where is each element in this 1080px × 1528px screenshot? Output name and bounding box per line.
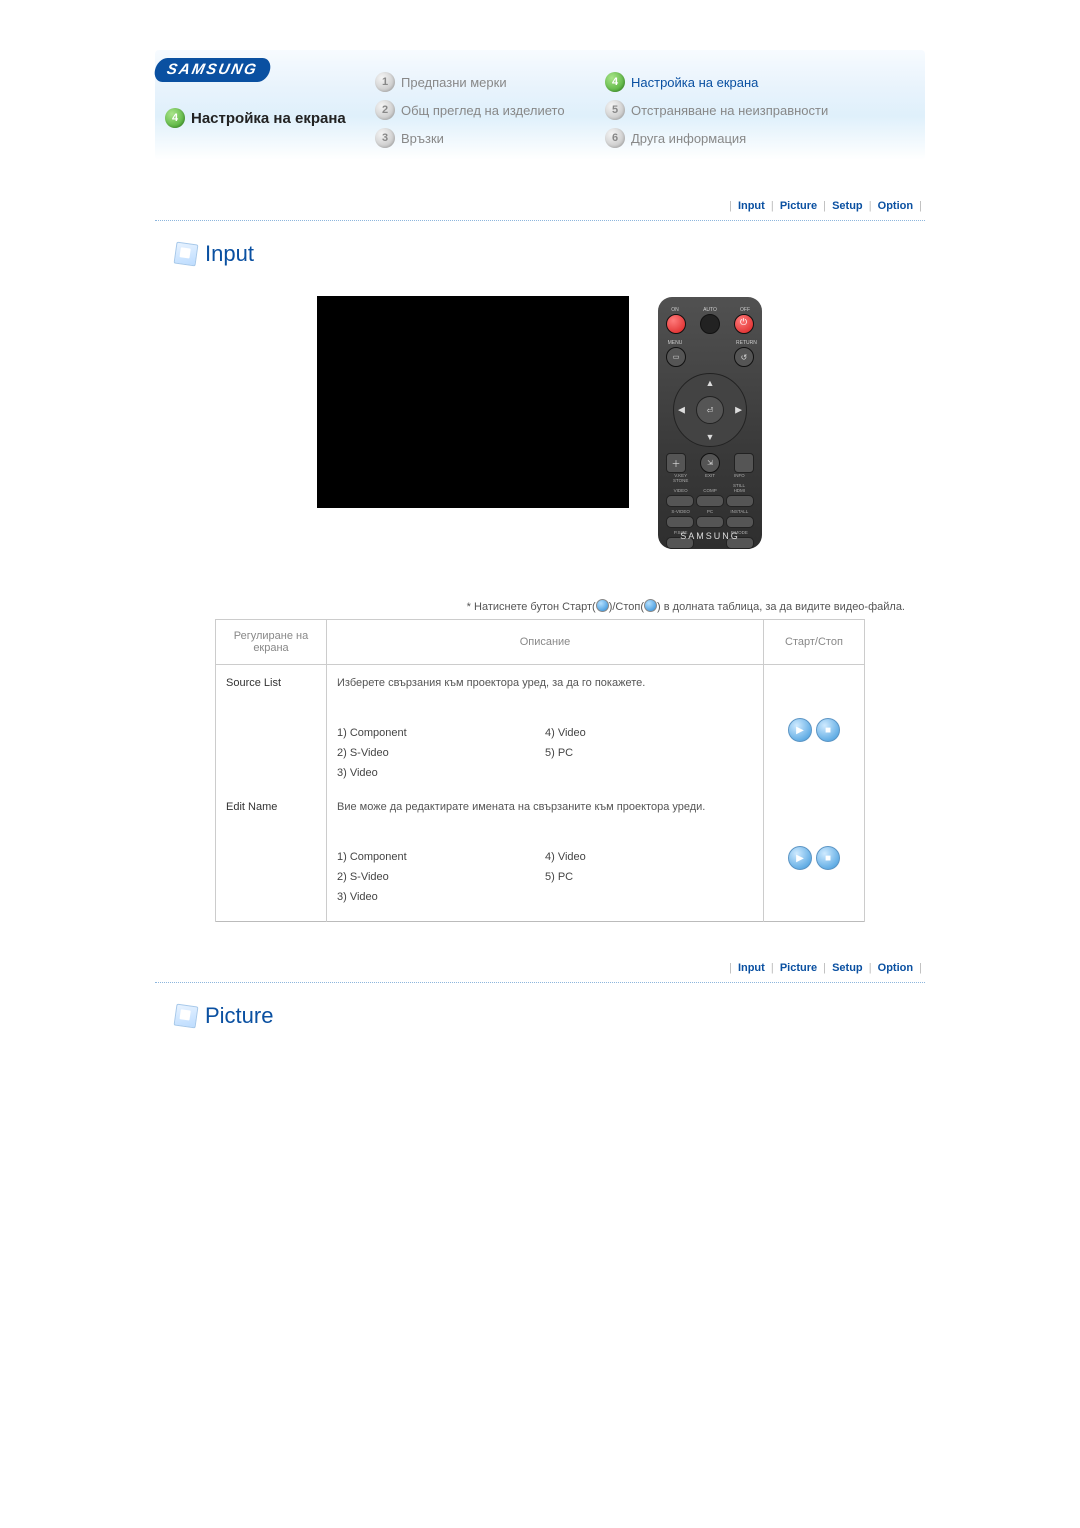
header-banner: SAMSUNG 4 Настройка на екрана 1 Предпазн… — [155, 50, 925, 160]
th-ctrl: Старт/Стоп — [764, 620, 865, 665]
section-heading-picture: Picture — [175, 1003, 925, 1029]
subnav-picture[interactable]: Picture — [780, 962, 817, 974]
list-item: 1) Component — [337, 847, 545, 867]
nav-number-icon: 3 — [375, 128, 395, 148]
remote-brand-label: SAMSUNG — [658, 531, 762, 541]
stop-dot-icon — [644, 599, 657, 612]
nav-label: Предпазни мерки — [401, 75, 507, 90]
nav-number-icon: 4 — [605, 72, 625, 92]
remote-auto-button — [700, 314, 720, 334]
subnav-picture[interactable]: Picture — [780, 200, 817, 212]
remote-vkeystone-button: ＋ — [666, 453, 686, 473]
list-item: 5) PC — [545, 743, 753, 763]
nav-label: Отстраняване на неизправности — [631, 103, 828, 118]
nav-number-icon: 6 — [605, 128, 625, 148]
list-item: 1) Component — [337, 723, 545, 743]
nav-item-1[interactable]: 1 Предпазни мерки — [375, 68, 605, 96]
nav-item-6[interactable]: 6 Друга информация — [605, 124, 835, 152]
table-row: Source List Изберете свързания към проек… — [216, 665, 865, 696]
subnav-setup[interactable]: Setup — [832, 200, 863, 212]
row-name: Source List — [216, 665, 327, 790]
list-item: 2) S-Video — [337, 867, 545, 887]
instruction-line: * Натиснете бутон Старт()/Стоп() в долна… — [155, 599, 905, 613]
sub-nav: | Input | Picture | Setup | Option | — [155, 962, 925, 974]
brand-logo: SAMSUNG — [155, 58, 270, 82]
nav-label: Друга информация — [631, 131, 746, 146]
list-item: 5) PC — [545, 867, 753, 887]
hero-row: ONAUTOOFF ⏻ MENURETURN ▭ ↺ ▲▼◀▶ ⏎ ＋ ⇲ V. — [155, 297, 925, 549]
nav-number-icon: 2 — [375, 100, 395, 120]
sub-nav: | Input | Picture | Setup | Option | — [155, 200, 925, 212]
row-desc: Изберете свързания към проектора уред, з… — [327, 665, 764, 696]
nav-number-icon: 5 — [605, 100, 625, 120]
list-item: 3) Video — [337, 763, 545, 783]
start-dot-icon — [596, 599, 609, 612]
th-name: Регулиране на екрана — [216, 620, 327, 665]
projection-screen-image — [318, 297, 628, 507]
stop-button[interactable]: ■ — [816, 718, 840, 742]
table-row: Edit Name Вие може да редактирате именат… — [216, 789, 865, 819]
play-button[interactable]: ▶ — [788, 846, 812, 870]
list-item: 4) Video — [545, 723, 753, 743]
top-nav: 1 Предпазни мерки 2 Общ преглед на издел… — [375, 68, 835, 152]
badge-number-icon: 4 — [165, 108, 185, 128]
remote-return-button: ↺ — [734, 347, 754, 367]
nav-number-icon: 1 — [375, 72, 395, 92]
active-section-title: Настройка на екрана — [191, 110, 346, 127]
subnav-option[interactable]: Option — [878, 962, 913, 974]
list-item: 3) Video — [337, 887, 545, 907]
remote-exit-button: ⇲ — [700, 453, 720, 473]
settings-table: Регулиране на екрана Описание Старт/Стоп… — [215, 619, 865, 922]
nav-item-2[interactable]: 2 Общ преглед на изделието — [375, 96, 605, 124]
section-icon — [174, 1004, 199, 1029]
list-item: 2) S-Video — [337, 743, 545, 763]
row-name: Edit Name — [216, 789, 327, 922]
remote-off-button: ⏻ — [734, 314, 754, 334]
th-desc: Описание — [327, 620, 764, 665]
section-title-text: Input — [205, 241, 254, 267]
stop-button[interactable]: ■ — [816, 846, 840, 870]
section-icon — [174, 242, 199, 267]
nav-label: Общ преглед на изделието — [401, 103, 565, 118]
nav-label: Настройка на екрана — [631, 75, 758, 90]
play-button[interactable]: ▶ — [788, 718, 812, 742]
row-desc: Вие може да редактирате имената на свърз… — [327, 789, 764, 819]
divider — [155, 982, 925, 983]
remote-menu-button: ▭ — [666, 347, 686, 367]
active-section-badge: 4 Настройка на екрана — [165, 108, 346, 128]
list-item: 4) Video — [545, 847, 753, 867]
subnav-input[interactable]: Input — [738, 962, 765, 974]
subnav-input[interactable]: Input — [738, 200, 765, 212]
nav-item-3[interactable]: 3 Връзки — [375, 124, 605, 152]
remote-control-image: ONAUTOOFF ⏻ MENURETURN ▭ ↺ ▲▼◀▶ ⏎ ＋ ⇲ V. — [658, 297, 762, 549]
nav-item-5[interactable]: 5 Отстраняване на неизправности — [605, 96, 835, 124]
subnav-setup[interactable]: Setup — [832, 962, 863, 974]
nav-item-4[interactable]: 4 Настройка на екрана — [605, 68, 835, 96]
section-title-text: Picture — [205, 1003, 273, 1029]
remote-info-button — [734, 453, 754, 473]
remote-dpad: ▲▼◀▶ ⏎ — [673, 373, 747, 447]
subnav-option[interactable]: Option — [878, 200, 913, 212]
remote-on-button — [666, 314, 686, 334]
section-heading-input: Input — [175, 241, 925, 267]
divider — [155, 220, 925, 221]
nav-label: Връзки — [401, 131, 444, 146]
